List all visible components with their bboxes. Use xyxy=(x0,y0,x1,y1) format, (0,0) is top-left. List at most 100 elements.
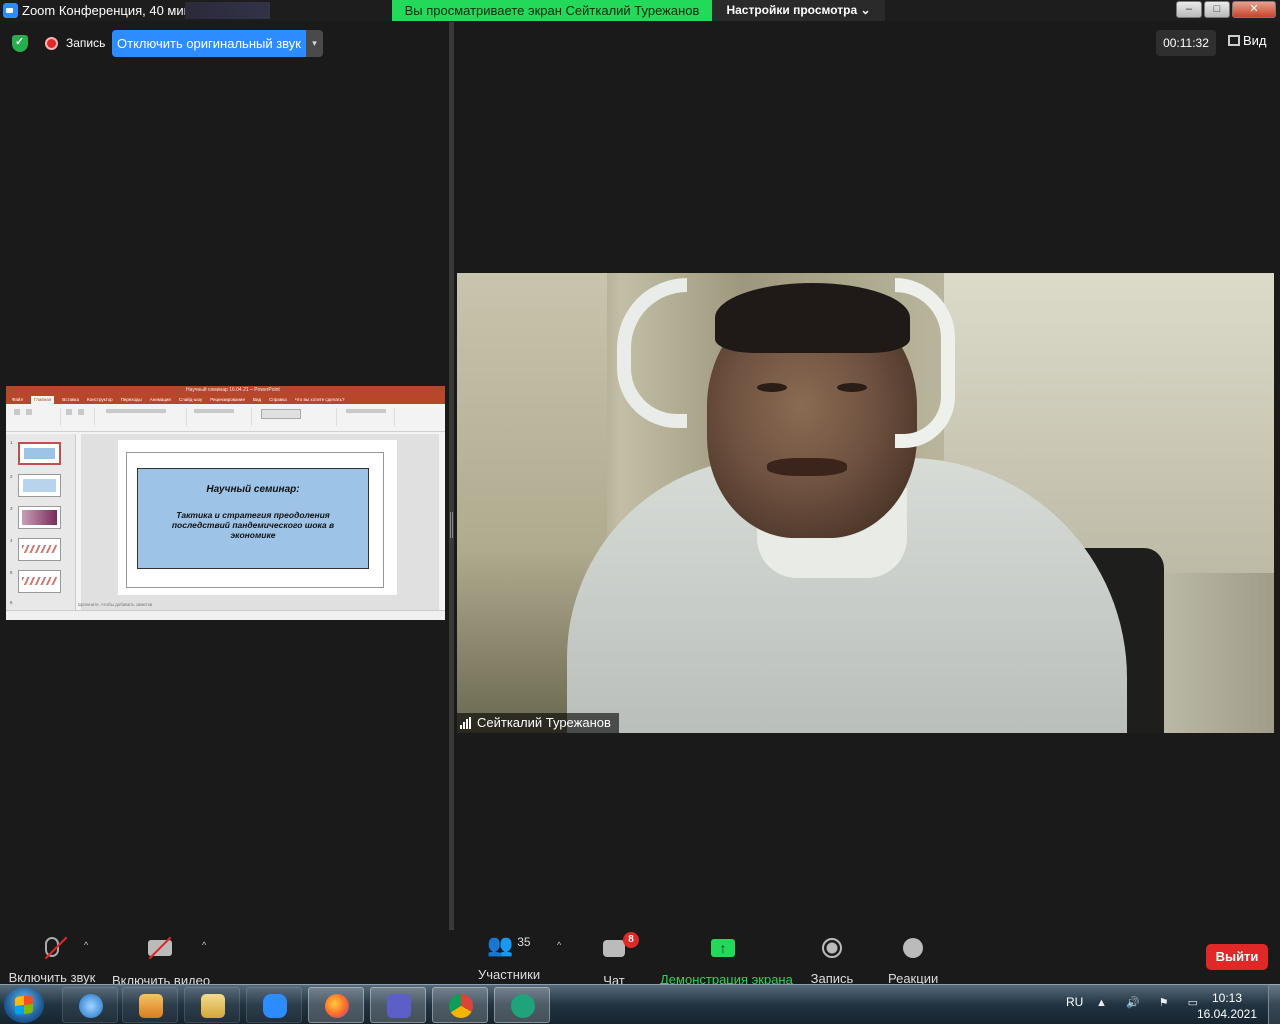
splitter-grip[interactable] xyxy=(450,512,453,538)
ribbon-tab: Рецензирование xyxy=(210,397,245,402)
minimize-button[interactable]: – xyxy=(1176,1,1202,18)
zoom-icon[interactable] xyxy=(246,987,302,1023)
view-settings-label: Настройки просмотра xyxy=(726,3,858,17)
ribbon-tab: Справка xyxy=(269,397,287,402)
clock-date: 16.04.2021 xyxy=(1196,1007,1258,1021)
zoom-app-icon xyxy=(3,3,18,18)
ribbon-tab: Файл xyxy=(12,397,24,402)
share-screen-button[interactable]: ↑ Демонстрация экрана xyxy=(660,934,793,987)
ribbon-tab-active: Главная xyxy=(31,396,55,404)
show-desktop-button[interactable] xyxy=(1268,984,1280,1024)
slide-heading: Научный семинар: xyxy=(206,484,300,495)
maximize-button[interactable]: □ xyxy=(1204,1,1230,18)
window-title: Zoom Конференция, 40 мин xyxy=(22,3,191,18)
powerpoint-ribbon xyxy=(6,404,445,432)
original-sound-dropdown[interactable]: ▾ xyxy=(306,30,323,57)
chevron-down-icon: ⌄ xyxy=(860,3,871,17)
teams-icon[interactable] xyxy=(370,987,426,1023)
ribbon-tab: Вид xyxy=(252,397,262,402)
participants-count: 35 xyxy=(517,935,531,949)
slide-thumbnail-panel: 1 2 3 4 5 6 xyxy=(6,434,76,610)
view-button-label: Вид xyxy=(1243,33,1267,48)
view-settings-menu[interactable]: Настройки просмотра ⌄ xyxy=(712,0,885,21)
chat-icon: 8 xyxy=(603,932,639,957)
signal-strength-icon xyxy=(460,717,471,729)
start-video-button[interactable]: Включить видео xyxy=(112,934,210,988)
slide-number: 3 xyxy=(10,506,13,511)
slide-number: 1 xyxy=(10,440,13,445)
powerpoint-titlebar: Научный семинар 16.04.21 – PowerPoint xyxy=(6,386,445,396)
meeting-toolbar: Включить звук ^ Включить видео ^ 👥 35 Уч… xyxy=(0,930,1280,988)
original-sound-button[interactable]: Отключить оригинальный звук xyxy=(112,30,306,57)
ribbon-tab: Анимация xyxy=(149,397,171,402)
notes-placeholder: Щелкните, чтобы добавить заметки xyxy=(78,602,153,607)
participants-options-caret[interactable]: ^ xyxy=(557,940,561,950)
participant-name-tag: Сейткалий Турежанов xyxy=(457,713,619,733)
meeting-top-bar: Запись Отключить оригинальный звук ▾ xyxy=(0,28,450,58)
participant-video[interactable]: Сейткалий Турежанов xyxy=(457,273,1274,733)
unmute-label: Включить звук xyxy=(8,970,96,985)
panel-splitter[interactable] xyxy=(449,22,454,930)
slide-thumbnail xyxy=(18,442,61,465)
security-shield-icon[interactable] xyxy=(12,35,28,52)
emoji-plus-icon xyxy=(903,938,923,958)
audio-options-caret[interactable]: ^ xyxy=(84,940,88,950)
ribbon-tab: Переходы xyxy=(120,397,142,402)
windows-taskbar xyxy=(0,984,1280,1024)
slide-thumbnail xyxy=(18,538,61,561)
record-button[interactable]: Запись xyxy=(808,934,856,986)
chrome-icon[interactable] xyxy=(432,987,488,1023)
chat-button[interactable]: 8 Чат xyxy=(592,932,639,988)
vpn-free-icon[interactable] xyxy=(494,987,550,1023)
ribbon-tab: Слайд-шоу xyxy=(178,397,203,402)
grid-view-icon xyxy=(1228,35,1240,46)
recording-dot-icon xyxy=(45,37,58,50)
ribbon-tell-me: Что вы хотите сделать? xyxy=(294,397,345,402)
ie-icon[interactable] xyxy=(62,987,118,1023)
windows-start-button[interactable] xyxy=(4,987,44,1023)
slide-subtitle: Тактика и стратегия преодоления последст… xyxy=(171,510,335,540)
window-controls: – □ ✕ xyxy=(1176,1,1276,18)
slide-thumbnail xyxy=(18,570,61,593)
record-icon xyxy=(822,938,842,958)
participants-label: Участники xyxy=(478,967,541,982)
reactions-button[interactable]: Реакции xyxy=(888,934,938,986)
muted-microphone-icon xyxy=(44,936,68,960)
powerpoint-statusbar xyxy=(6,610,445,620)
participants-button[interactable]: 👥 35 Участники xyxy=(478,934,540,982)
view-button[interactable]: Вид xyxy=(1228,33,1267,48)
shared-screen-view[interactable]: Научный семинар 16.04.21 – PowerPoint Фа… xyxy=(6,386,445,620)
firefox-icon[interactable] xyxy=(308,987,364,1023)
share-screen-icon: ↑ xyxy=(711,939,735,957)
media-player-icon[interactable] xyxy=(122,987,178,1023)
clock-time: 10:13 xyxy=(1211,991,1243,1005)
headset xyxy=(617,278,687,428)
meeting-timer: 00:11:32 xyxy=(1156,30,1216,56)
participant-name: Сейткалий Турежанов xyxy=(477,715,611,730)
system-tray-icons[interactable]: ▲ 🔊 ⚑ ▭ xyxy=(1096,996,1206,1009)
slide-canvas: Научный семинар: Тактика и стратегия пре… xyxy=(81,434,439,610)
slide-number: 4 xyxy=(10,538,13,543)
blurred-region xyxy=(185,2,270,19)
participants-icon: 👥 xyxy=(487,934,514,957)
screen-share-banner: Вы просматриваете экран Сейткалий Турежа… xyxy=(392,0,712,21)
language-indicator[interactable]: RU xyxy=(1066,995,1083,1009)
current-slide: Научный семинар: Тактика и стратегия пре… xyxy=(118,440,397,595)
ribbon-tab: Вставка xyxy=(62,397,79,402)
powerpoint-title: Научный семинар 16.04.21 – PowerPoint xyxy=(186,387,280,393)
video-off-icon xyxy=(148,936,172,960)
slide-thumbnail xyxy=(18,506,61,529)
slide-title-box: Научный семинар: Тактика и стратегия пре… xyxy=(137,468,369,569)
video-options-caret[interactable]: ^ xyxy=(202,940,206,950)
slide-number: 6 xyxy=(10,600,13,605)
powerpoint-ribbon-tabs: Файл Главная Вставка Конструктор Переход… xyxy=(6,396,445,404)
ribbon-tab: Конструктор xyxy=(86,397,113,402)
slide-number: 2 xyxy=(10,474,13,479)
taskbar-clock[interactable]: 10:13 16.04.2021 xyxy=(1192,990,1262,1022)
chat-unread-badge: 8 xyxy=(623,932,639,948)
file-explorer-icon[interactable] xyxy=(184,987,240,1023)
unmute-button[interactable]: Включить звук xyxy=(8,934,96,985)
close-window-button[interactable]: ✕ xyxy=(1232,1,1276,18)
slide-number: 5 xyxy=(10,570,13,575)
leave-meeting-button[interactable]: Выйти xyxy=(1206,944,1268,970)
